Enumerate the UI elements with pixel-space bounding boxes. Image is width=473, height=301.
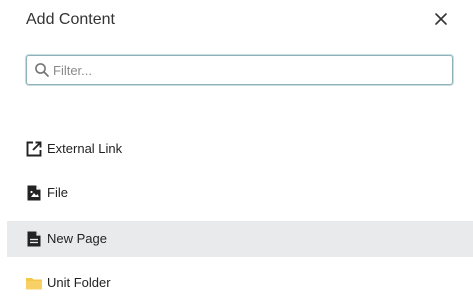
filter-field[interactable] xyxy=(26,55,453,85)
dialog-title: Add Content xyxy=(26,11,115,28)
file-icon xyxy=(25,184,43,202)
filter-input[interactable] xyxy=(53,60,443,80)
list-item-new-page[interactable]: New Page xyxy=(7,221,473,257)
list-item-external-link[interactable]: External Link xyxy=(7,131,473,167)
list-item-label: External Link xyxy=(47,141,123,156)
folder-icon xyxy=(25,274,43,292)
list-item-label: Unit Folder xyxy=(47,275,111,290)
close-icon xyxy=(435,13,447,25)
add-content-dialog: Add Content External Link xyxy=(0,0,473,293)
list-item-label: File xyxy=(47,185,68,200)
page-icon xyxy=(25,230,43,248)
list-item-file[interactable]: File xyxy=(7,175,473,211)
list-item-unit-folder[interactable]: Unit Folder xyxy=(7,265,473,301)
close-button[interactable] xyxy=(430,8,452,30)
list-item-label: New Page xyxy=(47,231,107,246)
external-link-icon xyxy=(25,140,43,158)
search-icon xyxy=(35,63,49,77)
